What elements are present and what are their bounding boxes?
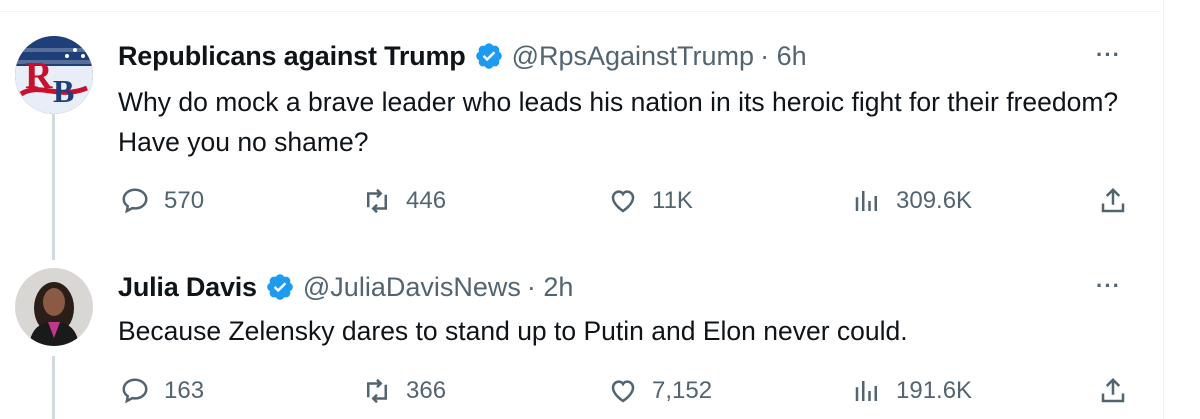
author-handle[interactable]: @JuliaDavisNews (303, 272, 521, 303)
verified-badge-icon (475, 43, 502, 69)
like-icon (611, 380, 635, 403)
repost-icon (367, 378, 387, 404)
repost-button[interactable]: 446 (362, 186, 446, 216)
author-handle[interactable]: @RpsAgainstTrump (512, 41, 755, 72)
like-count: 11K (652, 187, 693, 214)
author-name[interactable]: Republicans against Trump (118, 41, 466, 72)
reply-icon (122, 378, 148, 404)
avatar[interactable]: R B (15, 36, 93, 114)
like-button[interactable]: 11K (608, 186, 693, 216)
author-name[interactable]: Julia Davis (118, 272, 257, 303)
profile-photo (15, 268, 93, 346)
avatar[interactable] (15, 268, 93, 346)
reply-count: 570 (164, 187, 205, 214)
reply-button[interactable]: 163 (120, 376, 204, 406)
reply-icon (122, 188, 148, 214)
svg-text:R: R (25, 55, 53, 97)
rb-logo-avatar: R B (15, 36, 93, 114)
more-icon[interactable]: ··· (1096, 42, 1121, 68)
reply-button[interactable]: 570 (120, 186, 204, 216)
view-count: 191.6K (896, 377, 973, 404)
verified-badge-icon (267, 274, 293, 300)
timeline-border (1163, 0, 1164, 419)
share-button[interactable] (1098, 186, 1142, 216)
views-icon (855, 191, 877, 211)
views-button[interactable]: 191.6K (852, 376, 972, 406)
like-button[interactable]: 7,152 (608, 376, 712, 406)
tweet-text: Why do mock a brave leader who leads his… (118, 87, 1119, 157)
view-count: 309.6K (896, 187, 973, 214)
tweet-header: Julia Davis @JuliaDavisNews · 2h (118, 269, 573, 305)
views-icon (855, 381, 877, 401)
repost-count: 446 (406, 187, 447, 214)
repost-button[interactable]: 366 (362, 376, 446, 406)
top-divider (0, 0, 1160, 12)
share-icon (1101, 187, 1125, 213)
reply-count: 163 (164, 377, 205, 404)
svg-text:B: B (53, 73, 74, 109)
like-count: 7,152 (652, 377, 713, 404)
more-icon[interactable]: ··· (1096, 273, 1121, 299)
tweet-header: Republicans against Trump @RpsAgainstTru… (118, 38, 807, 74)
repost-count: 366 (406, 377, 447, 404)
repost-icon (367, 188, 387, 214)
tweet-time[interactable]: · 6h (760, 41, 807, 72)
tweet-time[interactable]: · 2h (527, 272, 574, 303)
thread-line (52, 110, 55, 260)
tweet-text: Because Zelensky dares to stand up to Pu… (118, 316, 908, 346)
thread-line (52, 356, 55, 419)
views-button[interactable]: 309.6K (852, 186, 972, 216)
share-icon (1101, 377, 1125, 403)
like-icon (611, 190, 635, 213)
share-button[interactable] (1098, 376, 1142, 406)
